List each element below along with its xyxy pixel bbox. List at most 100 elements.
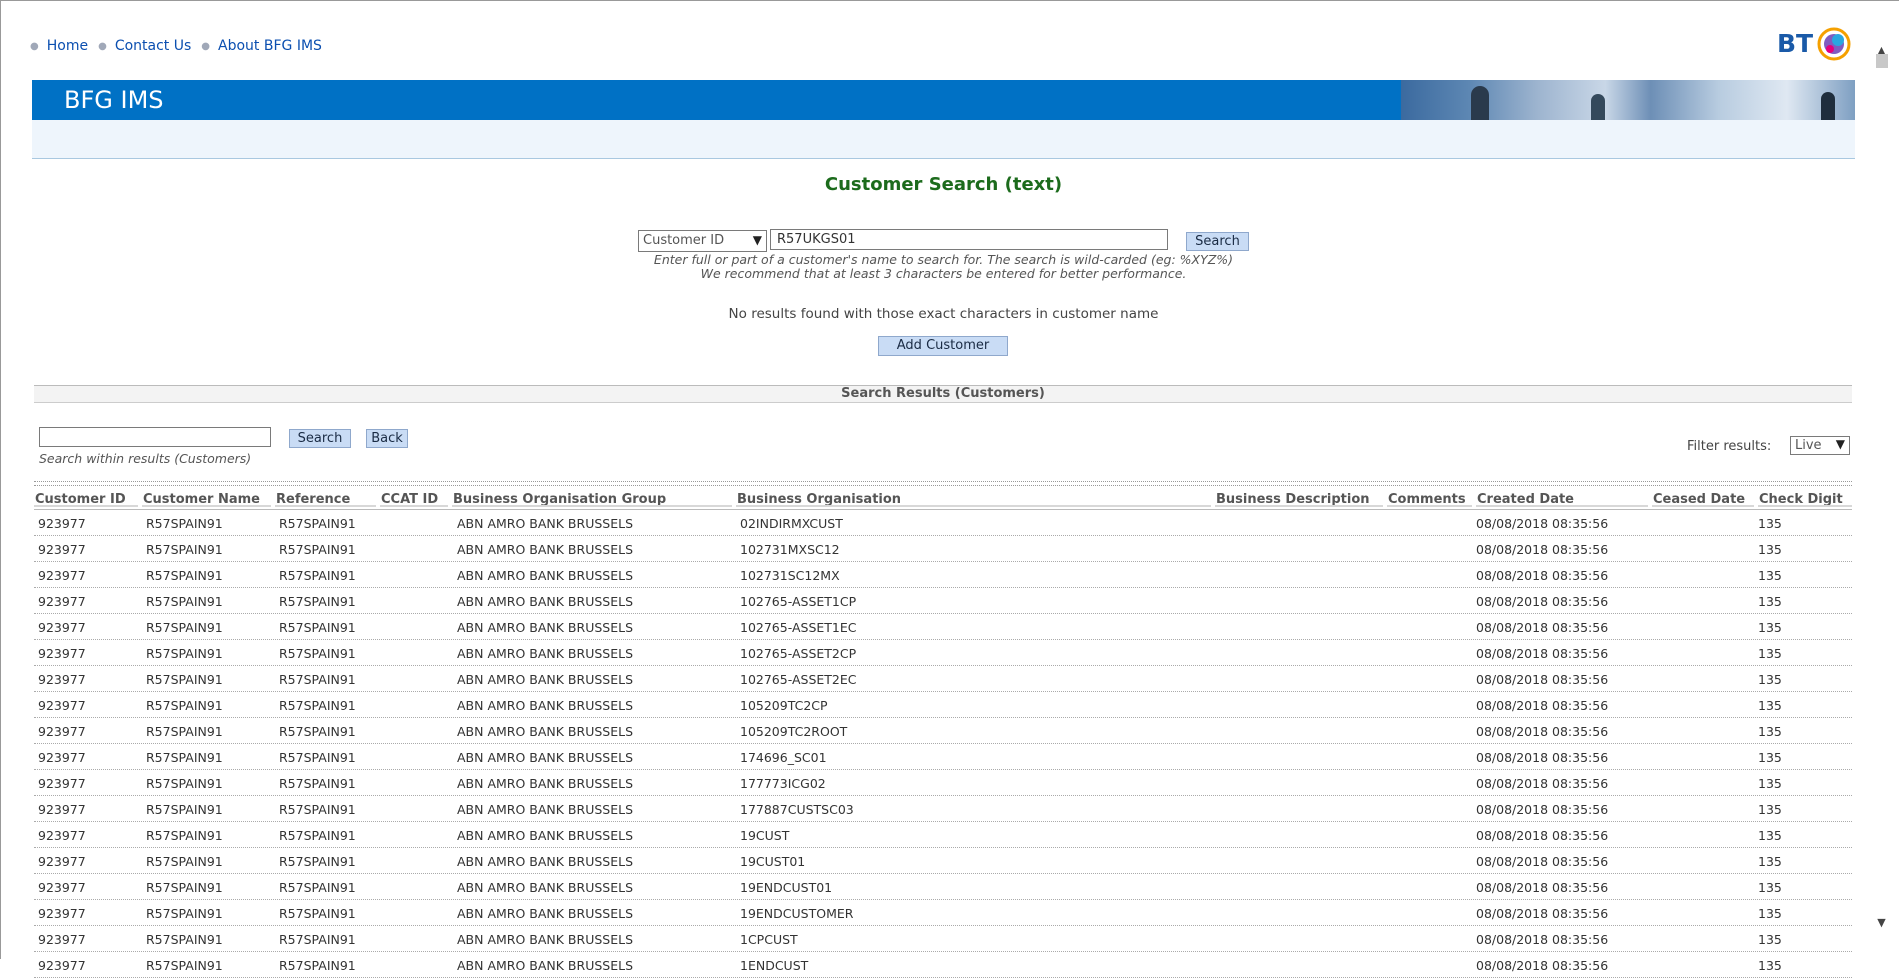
table-row[interactable]: 923977 R57SPAIN91 R57SPAIN91 ABN AMRO BANK … (34, 770, 1852, 796)
bullet-icon: ● (201, 40, 211, 52)
table-row[interactable]: 923977 R57SPAIN91 R57SPAIN91 ABN AMRO BANK … (34, 614, 1852, 640)
table-cell: R57SPAIN91 (279, 776, 356, 791)
filter-select[interactable]: Live ▼ (1790, 436, 1850, 455)
scroll-thumb[interactable] (1876, 54, 1888, 68)
filter-label: Filter results: (1687, 439, 1772, 454)
table-cell: R57SPAIN91 (146, 854, 223, 869)
column-header-underline (1758, 505, 1852, 507)
table-row[interactable]: 923977 R57SPAIN91 R57SPAIN91 ABN AMRO BANK … (34, 510, 1852, 536)
top-nav: ● Home ● Contact Us ● About BFG IMS (30, 38, 332, 54)
table-cell: ABN AMRO BANK BRUSSELS (457, 698, 634, 713)
table-cell: 08/08/2018 08:35:56 (1476, 672, 1609, 687)
table-cell: 102731MXSC12 (740, 542, 840, 557)
table-cell: R57SPAIN91 (279, 516, 356, 531)
table-cell: 1ENDCUST (740, 958, 809, 973)
table-row[interactable]: 923977 R57SPAIN91 R57SPAIN91 ABN AMRO BANK … (34, 640, 1852, 666)
table-cell: ABN AMRO BANK BRUSSELS (457, 594, 634, 609)
table-cell: 923977 (38, 802, 86, 817)
table-cell: 135 (1758, 672, 1782, 687)
table-cell: 135 (1758, 802, 1782, 817)
table-cell: ABN AMRO BANK BRUSSELS (457, 802, 634, 817)
table-cell: R57SPAIN91 (279, 594, 356, 609)
window-border-top (0, 0, 1899, 1)
table-cell: 08/08/2018 08:35:56 (1476, 802, 1609, 817)
chevron-down-icon: ▼ (752, 233, 762, 247)
table-cell: R57SPAIN91 (146, 594, 223, 609)
table-cell: ABN AMRO BANK BRUSSELS (457, 672, 634, 687)
table-cell: 08/08/2018 08:35:56 (1476, 724, 1609, 739)
scroll-down-icon[interactable]: ▼ (1873, 916, 1890, 930)
table-row[interactable]: 923977 R57SPAIN91 R57SPAIN91 ABN AMRO BANK … (34, 562, 1852, 588)
table-cell: 135 (1758, 854, 1782, 869)
vertical-scrollbar[interactable]: ▲ ▼ (1873, 44, 1890, 934)
table-cell: 177773ICG02 (740, 776, 826, 791)
search-type-value: Customer ID (643, 233, 725, 248)
search-type-select[interactable]: Customer ID ▼ (638, 230, 767, 252)
table-row[interactable]: 923977 R57SPAIN91 R57SPAIN91 ABN AMRO BANK … (34, 952, 1852, 978)
table-cell: ABN AMRO BANK BRUSSELS (457, 958, 634, 973)
page-title: Customer Search (text) (824, 174, 1063, 195)
table-cell: 135 (1758, 828, 1782, 843)
table-cell: R57SPAIN91 (279, 750, 356, 765)
table-cell: 08/08/2018 08:35:56 (1476, 828, 1609, 843)
add-customer-button[interactable]: Add Customer (878, 336, 1008, 356)
table-cell: R57SPAIN91 (146, 828, 223, 843)
table-cell: R57SPAIN91 (279, 828, 356, 843)
table-row[interactable]: 923977 R57SPAIN91 R57SPAIN91 ABN AMRO BANK … (34, 744, 1852, 770)
table-cell: 135 (1758, 958, 1782, 973)
bt-logo-text: BT (1777, 29, 1813, 58)
column-header-underline (380, 505, 448, 507)
table-cell: R57SPAIN91 (146, 906, 223, 921)
table-row[interactable]: 923977 R57SPAIN91 R57SPAIN91 ABN AMRO BANK … (34, 536, 1852, 562)
table-row[interactable]: 923977 R57SPAIN91 R57SPAIN91 ABN AMRO BANK … (34, 666, 1852, 692)
table-cell: 177887CUSTSC03 (740, 802, 854, 817)
table-cell: R57SPAIN91 (146, 542, 223, 557)
table-cell: 08/08/2018 08:35:56 (1476, 958, 1609, 973)
column-header-underline (452, 505, 732, 507)
nav-contact-link[interactable]: Contact Us (115, 38, 191, 54)
table-cell: 923977 (38, 646, 86, 661)
nav-home-link[interactable]: Home (47, 38, 88, 54)
table-row[interactable]: 923977 R57SPAIN91 R57SPAIN91 ABN AMRO BANK … (34, 926, 1852, 952)
search-within-input[interactable] (39, 427, 271, 447)
table-cell: ABN AMRO BANK BRUSSELS (457, 568, 634, 583)
table-row[interactable]: 923977 R57SPAIN91 R57SPAIN91 ABN AMRO BANK … (34, 796, 1852, 822)
table-cell: 105209TC2ROOT (740, 724, 848, 739)
search-within-button[interactable]: Search (289, 429, 351, 448)
table-cell: R57SPAIN91 (279, 880, 356, 895)
search-performance-hint: We recommend that at least 3 characters … (700, 266, 1187, 281)
table-cell: 08/08/2018 08:35:56 (1476, 542, 1609, 557)
table-cell: ABN AMRO BANK BRUSSELS (457, 542, 634, 557)
sub-header-band (32, 120, 1855, 159)
table-body: 923977 R57SPAIN91 R57SPAIN91 ABN AMRO BANK … (34, 510, 1852, 978)
table-cell: R57SPAIN91 (146, 724, 223, 739)
table-row[interactable]: 923977 R57SPAIN91 R57SPAIN91 ABN AMRO BANK … (34, 848, 1852, 874)
table-cell: 135 (1758, 646, 1782, 661)
table-cell: ABN AMRO BANK BRUSSELS (457, 854, 634, 869)
table-cell: ABN AMRO BANK BRUSSELS (457, 620, 634, 635)
nav-about-link[interactable]: About BFG IMS (218, 38, 322, 54)
table-cell: R57SPAIN91 (146, 516, 223, 531)
table-cell: 08/08/2018 08:35:56 (1476, 594, 1609, 609)
search-button[interactable]: Search (1186, 232, 1249, 251)
table-cell: 1CPCUST (740, 932, 798, 947)
table-row[interactable]: 923977 R57SPAIN91 R57SPAIN91 ABN AMRO BANK … (34, 692, 1852, 718)
table-cell: 102765-ASSET2CP (740, 646, 857, 661)
column-header-underline (1215, 505, 1383, 507)
table-cell: 19ENDCUST01 (740, 880, 833, 895)
table-cell: 135 (1758, 542, 1782, 557)
back-button[interactable]: Back (366, 429, 408, 448)
table-cell: ABN AMRO BANK BRUSSELS (457, 724, 634, 739)
table-row[interactable]: 923977 R57SPAIN91 R57SPAIN91 ABN AMRO BANK … (34, 874, 1852, 900)
table-cell: 923977 (38, 724, 86, 739)
table-row[interactable]: 923977 R57SPAIN91 R57SPAIN91 ABN AMRO BANK … (34, 588, 1852, 614)
bullet-icon: ● (98, 40, 107, 52)
table-row[interactable]: 923977 R57SPAIN91 R57SPAIN91 ABN AMRO BANK … (34, 900, 1852, 926)
table-row[interactable]: 923977 R57SPAIN91 R57SPAIN91 ABN AMRO BANK … (34, 822, 1852, 848)
table-cell: ABN AMRO BANK BRUSSELS (457, 750, 634, 765)
table-cell: 923977 (38, 672, 86, 687)
table-row[interactable]: 923977 R57SPAIN91 R57SPAIN91 ABN AMRO BANK … (34, 718, 1852, 744)
search-input[interactable]: R57UKGS01 (770, 229, 1168, 250)
divider (34, 481, 1852, 482)
search-hint: Enter full or part of a customer's name … (653, 252, 1234, 267)
